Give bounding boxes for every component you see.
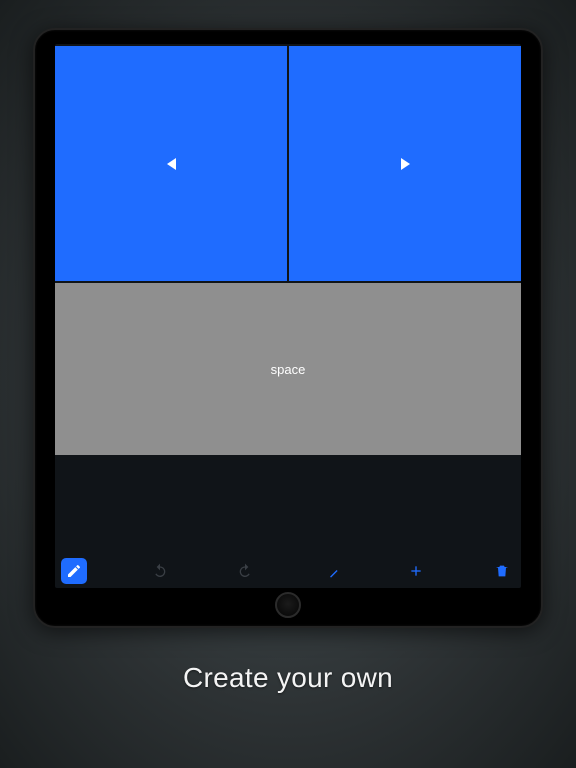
- space-key-label: space: [271, 362, 306, 377]
- right-arrow-key[interactable]: [289, 46, 521, 281]
- undo-button[interactable]: [147, 558, 173, 584]
- promo-caption: Create your own: [183, 662, 393, 694]
- triangle-right-icon: [401, 158, 410, 170]
- pencil-icon: [66, 563, 82, 579]
- app-screen: space: [55, 44, 521, 588]
- trash-icon: [494, 563, 510, 579]
- editor-row: [55, 46, 521, 281]
- ipad-frame: space: [33, 28, 543, 628]
- home-button[interactable]: [275, 592, 301, 618]
- minus-icon: [323, 563, 339, 579]
- space-key[interactable]: space: [55, 283, 521, 455]
- add-key-button[interactable]: [403, 558, 429, 584]
- triangle-left-icon: [167, 158, 176, 170]
- undo-icon: [152, 563, 168, 579]
- divider-button[interactable]: [318, 558, 344, 584]
- redo-button[interactable]: [232, 558, 258, 584]
- bottom-toolbar: [55, 554, 521, 588]
- keyboard-editor-canvas: space: [55, 44, 521, 554]
- plus-icon: [408, 563, 424, 579]
- edit-mode-button[interactable]: [61, 558, 87, 584]
- left-arrow-key[interactable]: [55, 46, 287, 281]
- delete-button[interactable]: [489, 558, 515, 584]
- redo-icon: [237, 563, 253, 579]
